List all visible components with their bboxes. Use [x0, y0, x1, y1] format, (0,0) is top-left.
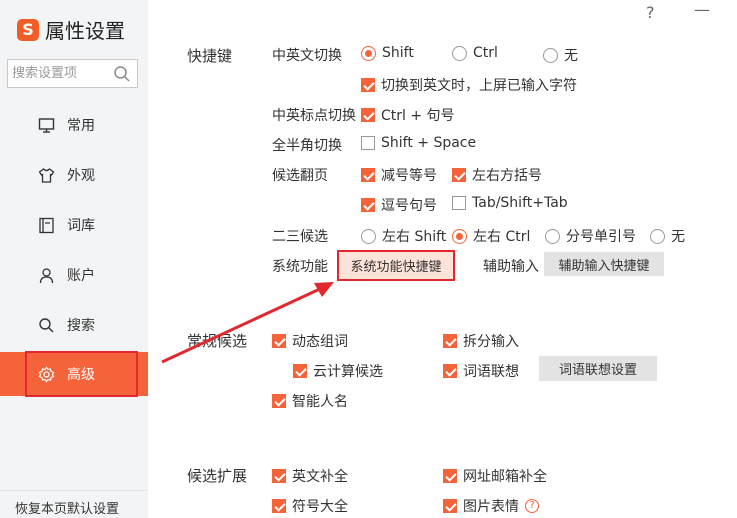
settings-search-box[interactable]	[7, 59, 138, 88]
sidebar-item-appearance[interactable]: 外观	[0, 153, 148, 197]
checkbox-icon[interactable]	[272, 334, 286, 348]
radio-icon[interactable]	[361, 45, 376, 61]
radio-icon[interactable]	[452, 45, 467, 61]
system-function-label: 系统功能	[272, 259, 328, 275]
page-turn-tab-checkbox[interactable]: Tab/Shift+Tab	[452, 195, 568, 211]
cn-en-switch-none-radio[interactable]: 无	[543, 45, 578, 65]
cn-en-switch-shift-radio[interactable]: Shift	[361, 45, 414, 61]
radio-icon[interactable]	[543, 47, 558, 63]
radio-icon[interactable]	[361, 228, 376, 244]
dynamic-phrase-checkbox[interactable]: 动态组词	[272, 331, 348, 351]
restore-defaults-button[interactable]: 恢复本页默认设置	[15, 498, 119, 517]
settings-search-input[interactable]	[8, 60, 108, 87]
help-button[interactable]: ?	[646, 3, 655, 22]
second-third-shift-radio[interactable]: 左右 Shift	[361, 226, 446, 246]
page-turn-comma-period-checkbox[interactable]: 逗号句号	[361, 195, 437, 215]
checkbox-icon[interactable]	[293, 364, 307, 378]
checkbox-icon[interactable]	[443, 364, 457, 378]
english-complete-checkbox[interactable]: 英文补全	[272, 466, 348, 486]
split-input-checkbox[interactable]: 拆分输入	[443, 331, 519, 351]
page-turn-label: 候选翻页	[272, 168, 328, 184]
sidebar-item-account[interactable]: 账户	[0, 253, 148, 297]
book-icon	[39, 217, 54, 233]
cn-en-switch-ctrl-radio[interactable]: Ctrl	[452, 45, 498, 61]
width-switch-label: 全半角切换	[272, 138, 342, 154]
checkbox-icon[interactable]	[272, 499, 286, 513]
sidebar-item-label: 账户	[67, 268, 95, 284]
app-logo: S 属性设置	[17, 15, 125, 44]
second-third-ctrl-radio[interactable]: 左右 Ctrl	[452, 226, 530, 246]
cn-en-switch-label: 中英文切换	[272, 48, 342, 64]
sidebar-item-common[interactable]: 常用	[0, 103, 148, 147]
monitor-icon	[38, 117, 55, 133]
checkbox-icon[interactable]	[361, 136, 375, 150]
cloud-candidate-checkbox[interactable]: 云计算候选	[293, 361, 383, 381]
help-icon[interactable]: ?	[525, 499, 539, 513]
radio-icon[interactable]	[452, 228, 467, 244]
sogou-logo-icon: S	[17, 18, 39, 41]
second-third-none-radio[interactable]: 无	[650, 226, 685, 246]
page-turn-brackets-checkbox[interactable]: 左右方括号	[452, 165, 542, 185]
symbol-collection-checkbox[interactable]: 符号大全	[272, 496, 348, 516]
checkbox-icon[interactable]	[272, 469, 286, 483]
annotation-arrow-head	[314, 282, 334, 297]
section-title-extension: 候选扩展	[187, 467, 248, 485]
radio-icon[interactable]	[650, 228, 665, 244]
sidebar-item-label: 外观	[67, 168, 95, 184]
search-icon	[39, 317, 54, 332]
sidebar-item-label: 搜索	[67, 318, 95, 334]
system-shortcut-button[interactable]: 系统功能快捷键	[337, 250, 455, 281]
annotation-highlight-box	[25, 351, 138, 397]
commit-on-switch-checkbox[interactable]: 切换到英文时，上屏已输入字符	[361, 75, 577, 95]
width-switch-checkbox[interactable]: Shift + Space	[361, 135, 476, 151]
user-icon	[39, 267, 54, 283]
assist-input-label: 辅助输入	[483, 259, 539, 275]
sidebar-item-search[interactable]: 搜索	[0, 303, 148, 347]
divider	[0, 490, 148, 491]
sidebar-item-lexicon[interactable]: 词库	[0, 203, 148, 247]
search-icon[interactable]	[113, 65, 131, 83]
sidebar-item-label: 常用	[67, 118, 95, 134]
punct-switch-checkbox[interactable]: Ctrl + 句号	[361, 105, 455, 125]
minimize-button[interactable]: —	[694, 0, 710, 19]
checkbox-icon[interactable]	[361, 198, 375, 212]
checkbox-icon[interactable]	[272, 394, 286, 408]
second-third-label: 二三候选	[272, 229, 328, 245]
assist-shortcut-button[interactable]: 辅助输入快捷键	[544, 252, 664, 276]
smart-name-checkbox[interactable]: 智能人名	[272, 391, 348, 411]
checkbox-icon[interactable]	[443, 469, 457, 483]
shirt-icon	[38, 167, 55, 183]
word-association-checkbox[interactable]: 词语联想	[443, 361, 519, 381]
radio-icon[interactable]	[545, 228, 560, 244]
checkbox-icon[interactable]	[361, 108, 375, 122]
section-title-candidate: 常规候选	[187, 332, 248, 350]
punct-switch-label: 中英标点切换	[272, 108, 356, 124]
section-title-shortcut: 快捷键	[187, 47, 233, 65]
checkbox-icon[interactable]	[443, 499, 457, 513]
page-turn-minus-equal-checkbox[interactable]: 减号等号	[361, 165, 437, 185]
url-email-complete-checkbox[interactable]: 网址邮箱补全	[443, 466, 547, 486]
sidebar-item-label: 词库	[67, 218, 95, 234]
checkbox-icon[interactable]	[361, 168, 375, 182]
checkbox-icon[interactable]	[361, 78, 375, 92]
sidebar: S 属性设置 常用 外观 词库 账户 搜索 高级 恢复本页默认设置	[0, 0, 148, 518]
image-emoji-checkbox[interactable]: 图片表情?	[443, 496, 539, 516]
second-third-semicolon-radio[interactable]: 分号单引号	[545, 226, 636, 246]
window-title: 属性设置	[45, 19, 125, 43]
checkbox-icon[interactable]	[452, 168, 466, 182]
checkbox-icon[interactable]	[443, 334, 457, 348]
word-association-settings-button[interactable]: 词语联想设置	[539, 356, 657, 381]
checkbox-icon[interactable]	[452, 196, 466, 210]
